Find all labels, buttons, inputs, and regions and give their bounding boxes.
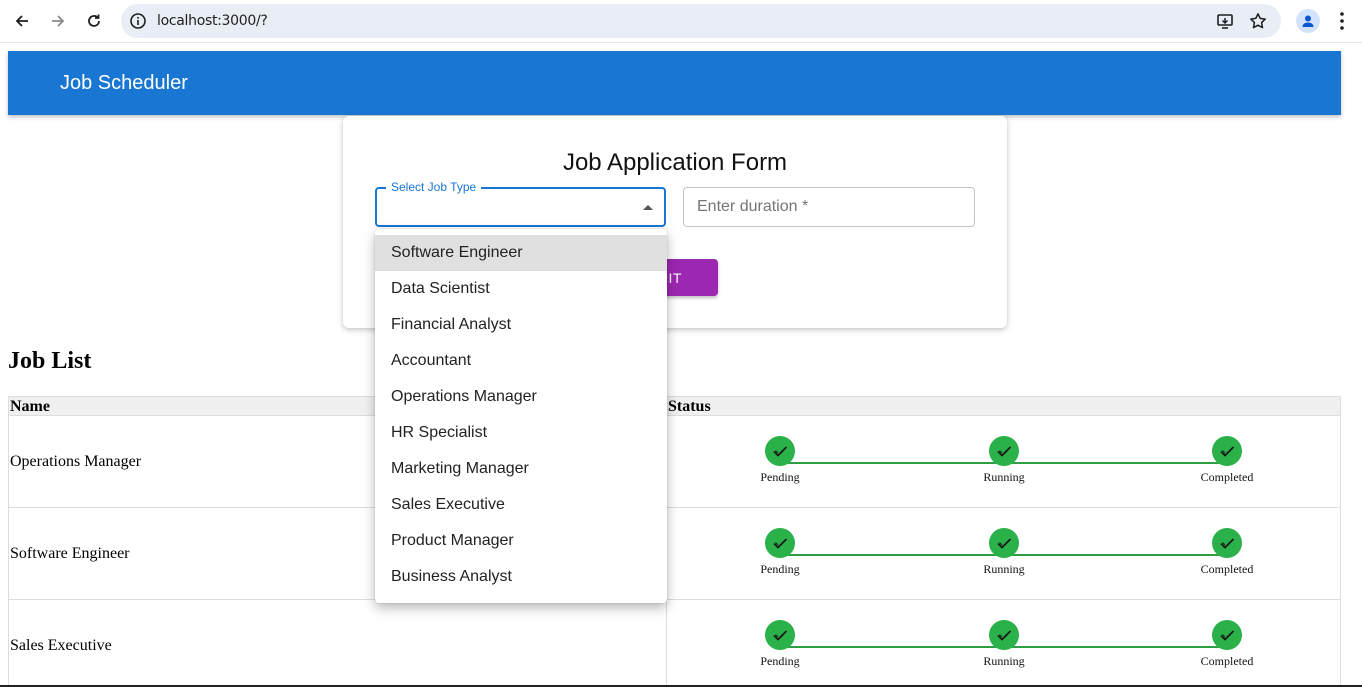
job-status-cell: Pending Running Completed xyxy=(666,507,1341,600)
more-vert-icon xyxy=(1340,12,1344,30)
column-header-status: Status xyxy=(666,396,1341,416)
reload-button[interactable] xyxy=(81,8,107,34)
check-icon xyxy=(773,630,788,641)
browser-toolbar: localhost:3000/? xyxy=(0,0,1362,43)
browser-menu-button[interactable] xyxy=(1334,9,1350,38)
table-row: Software Engineer Pending Running Comple… xyxy=(8,507,1341,600)
check-icon xyxy=(1220,538,1235,549)
menu-item-operations-manager[interactable]: Operations Manager xyxy=(375,379,667,415)
step-pending: Pending xyxy=(720,436,840,485)
app-bar: Job Scheduler xyxy=(8,51,1341,115)
step-complete-badge xyxy=(989,436,1019,466)
job-list-title: Job List xyxy=(8,348,92,374)
step-complete-badge xyxy=(989,620,1019,650)
form-title: Job Application Form xyxy=(562,149,788,176)
step-complete-badge xyxy=(1212,436,1242,466)
table-header-row: Name Status xyxy=(8,396,1341,416)
menu-item-product-manager[interactable]: Product Manager xyxy=(375,523,667,559)
table-row: Operations Manager Pending Running Compl… xyxy=(8,415,1341,508)
menu-item-data-scientist[interactable]: Data Scientist xyxy=(375,271,667,307)
job-table: Name Status Operations Manager Pending R… xyxy=(8,396,1341,687)
step-label: Completed xyxy=(1200,562,1254,576)
check-icon xyxy=(773,538,788,549)
step-running: Running xyxy=(944,528,1064,577)
person-icon xyxy=(1302,15,1314,27)
status-stepper: Pending Running Completed xyxy=(668,600,1340,687)
step-complete-badge xyxy=(1212,528,1242,558)
step-label: Pending xyxy=(760,562,800,576)
menu-item-sales-executive[interactable]: Sales Executive xyxy=(375,487,667,523)
step-label: Running xyxy=(983,470,1025,484)
install-app-icon[interactable] xyxy=(1216,12,1234,30)
job-type-label: Select Job Type xyxy=(386,180,482,194)
profile-avatar[interactable] xyxy=(1296,9,1320,33)
arrow-up-icon xyxy=(643,205,653,210)
check-icon xyxy=(1220,630,1235,641)
reload-icon xyxy=(88,14,100,27)
status-stepper: Pending Running Completed xyxy=(668,416,1340,507)
check-icon xyxy=(773,446,788,457)
job-type-menu: Software Engineer Data Scientist Financi… xyxy=(375,229,667,603)
menu-item-accountant[interactable]: Accountant xyxy=(375,343,667,379)
step-complete-badge xyxy=(765,528,795,558)
step-running: Running xyxy=(944,436,1064,485)
job-status-cell: Pending Running Completed xyxy=(666,415,1341,508)
step-label: Pending xyxy=(760,654,800,668)
check-icon xyxy=(1220,446,1235,457)
step-complete-badge xyxy=(989,528,1019,558)
step-complete-badge xyxy=(765,620,795,650)
arrow-left-icon xyxy=(15,15,28,27)
menu-item-marketing-manager[interactable]: Marketing Manager xyxy=(375,451,667,487)
table-row: Sales Executive Pending Running Complete… xyxy=(8,599,1341,687)
job-name-cell: Sales Executive xyxy=(8,599,667,687)
step-completed: Completed xyxy=(1167,620,1287,669)
step-label: Completed xyxy=(1200,654,1254,668)
step-completed: Completed xyxy=(1167,436,1287,485)
forward-button[interactable] xyxy=(45,8,71,34)
menu-item-software-engineer[interactable]: Software Engineer xyxy=(375,235,667,271)
step-label: Running xyxy=(983,562,1025,576)
check-icon xyxy=(997,538,1012,549)
menu-item-business-analyst[interactable]: Business Analyst xyxy=(375,559,667,595)
address-bar[interactable]: localhost:3000/? xyxy=(121,4,1281,38)
check-icon xyxy=(997,446,1012,457)
step-running: Running xyxy=(944,620,1064,669)
duration-input[interactable] xyxy=(683,187,975,227)
check-icon xyxy=(997,630,1012,641)
step-pending: Pending xyxy=(720,528,840,577)
step-label: Running xyxy=(983,654,1025,668)
step-complete-badge xyxy=(1212,620,1242,650)
status-stepper: Pending Running Completed xyxy=(668,508,1340,599)
back-button[interactable] xyxy=(9,8,35,34)
menu-item-hr-specialist[interactable]: HR Specialist xyxy=(375,415,667,451)
step-pending: Pending xyxy=(720,620,840,669)
job-type-select[interactable]: Select Job Type xyxy=(375,180,666,227)
step-label: Pending xyxy=(760,470,800,484)
app-title: Job Scheduler xyxy=(60,72,188,94)
arrow-right-icon xyxy=(52,15,65,27)
url-text: localhost:3000/? xyxy=(157,13,268,29)
bookmark-star-icon[interactable] xyxy=(1249,12,1267,30)
site-info-icon[interactable] xyxy=(129,12,147,30)
step-label: Completed xyxy=(1200,470,1254,484)
job-status-cell: Pending Running Completed xyxy=(666,599,1341,687)
step-complete-badge xyxy=(765,436,795,466)
step-completed: Completed xyxy=(1167,528,1287,577)
menu-item-financial-analyst[interactable]: Financial Analyst xyxy=(375,307,667,343)
